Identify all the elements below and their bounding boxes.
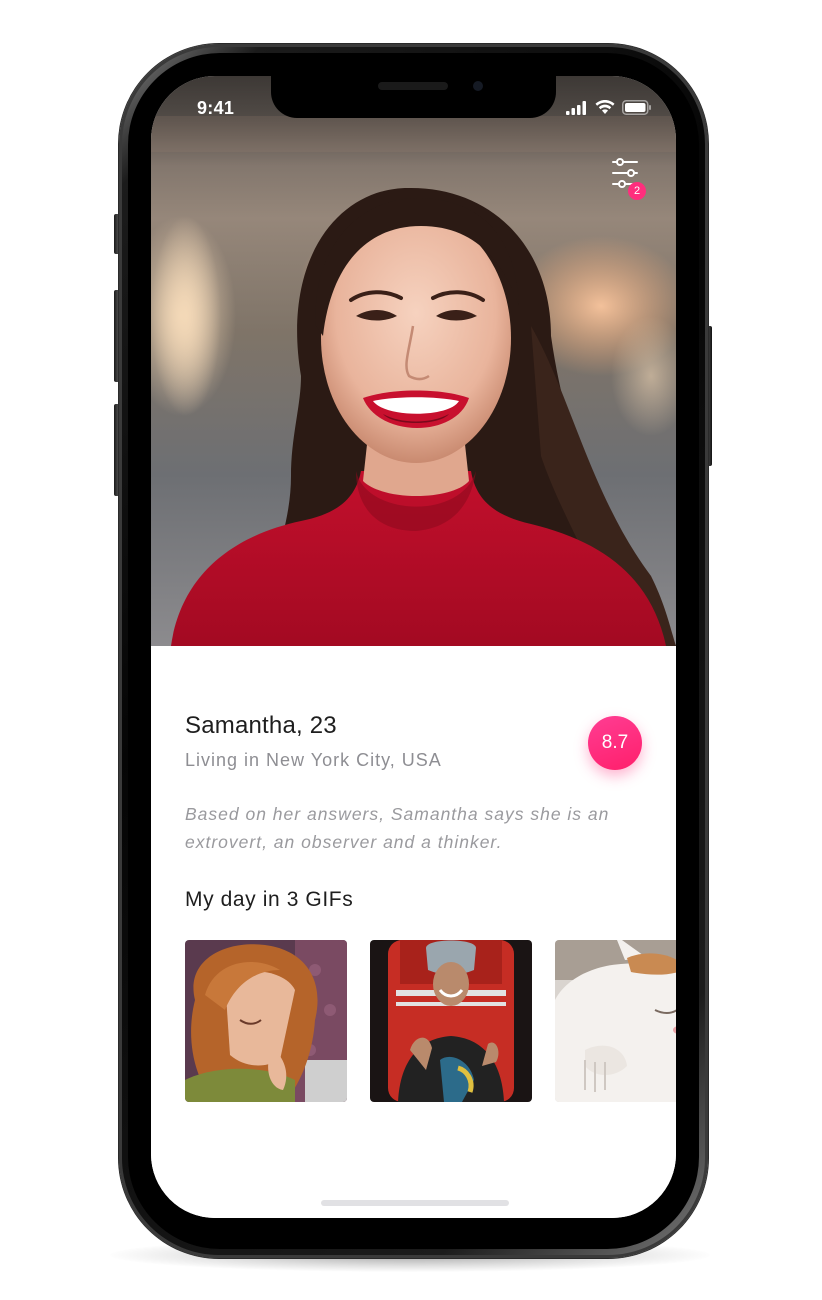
gif-thumbnail-1[interactable]: [185, 940, 347, 1102]
phone-frame: 9:41 2 Samantha, 23 Living in New York C…: [119, 44, 708, 1258]
profile-photo-illustration: [151, 76, 676, 646]
status-icons: [566, 100, 652, 115]
gif-laughing-woman-red-chair-image: [370, 940, 532, 1102]
profile-bio: Based on her answers, Samantha says she …: [185, 804, 610, 852]
profile-photo[interactable]: 9:41 2: [151, 76, 676, 646]
profile-name: Samantha, 23: [185, 712, 337, 739]
gif-thumbnail-2[interactable]: [370, 940, 532, 1102]
profile-info: Samantha, 23 Living in New York City, US…: [151, 646, 676, 1218]
wifi-icon: [595, 100, 615, 114]
compatibility-score-badge[interactable]: 8.7: [588, 716, 642, 770]
gifs-section-title: My day in 3 GIFs: [185, 888, 354, 911]
status-time: 9:41: [197, 98, 235, 118]
signal-icon: [566, 100, 586, 115]
gif-sleeping-cat-image: [555, 940, 676, 1102]
battery-icon: [622, 100, 651, 115]
home-indicator[interactable]: [321, 1200, 509, 1206]
speaker-grille: [378, 82, 448, 90]
gif-tired-cartoon-girl-image: [185, 940, 347, 1102]
front-camera: [473, 81, 483, 91]
app-screen: 9:41 2 Samantha, 23 Living in New York C…: [151, 76, 676, 1218]
gif-thumbnail-3[interactable]: [555, 940, 676, 1102]
profile-location: Living in New York City, USA: [185, 750, 442, 770]
filter-badge: 2: [628, 182, 646, 200]
filter-button[interactable]: 2: [610, 156, 646, 200]
notch: [271, 76, 556, 118]
